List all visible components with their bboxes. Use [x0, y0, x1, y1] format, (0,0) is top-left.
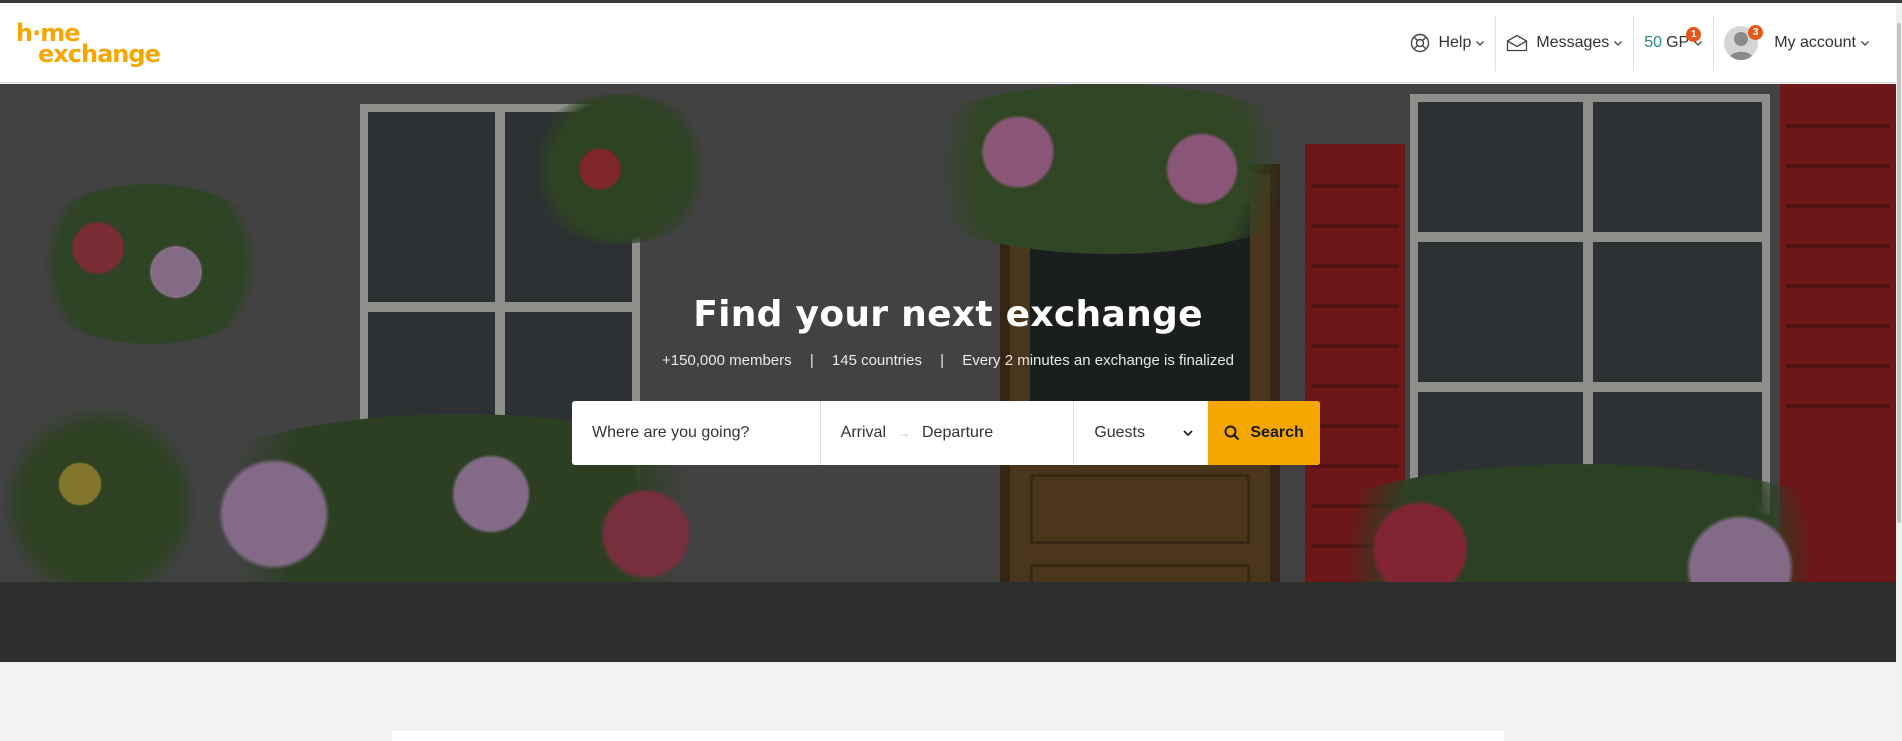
stats-separator: | — [940, 352, 945, 369]
messages-label: Messages — [1536, 34, 1610, 51]
envelope-icon — [1507, 34, 1528, 52]
content-card-edge — [392, 731, 1504, 741]
chevron-down-icon — [1183, 430, 1193, 437]
date-range-field[interactable]: Arrival → Departure — [821, 401, 1075, 465]
header-nav: Help Messages 50 GP 1 3 My account — [1400, 3, 1880, 83]
site-header: h·me exchange Help Messages 50 GP 1 3 My… — [0, 3, 1896, 83]
destination-field[interactable] — [572, 401, 821, 465]
account-label: My account — [1774, 34, 1856, 51]
hero-banner: Find your next exchange +150,000 members… — [0, 84, 1896, 662]
departure-date[interactable]: Departure — [922, 424, 993, 442]
help-menu[interactable]: Help — [1400, 3, 1495, 83]
page-scrollbar[interactable] — [1896, 3, 1902, 734]
lifebuoy-icon — [1411, 33, 1430, 53]
account-badge: 3 — [1748, 25, 1764, 40]
guests-select[interactable]: Guests — [1074, 401, 1208, 465]
guestpoints-value: 50 — [1644, 34, 1663, 51]
hero-stats: +150,000 members | 145 countries | Every… — [0, 352, 1896, 369]
messages-menu[interactable]: Messages — [1496, 3, 1633, 83]
search-bar: Arrival → Departure Guests Search — [572, 401, 1320, 465]
homeexchange-logo[interactable]: h·me exchange — [16, 20, 166, 72]
search-icon — [1224, 425, 1240, 441]
account-menu[interactable]: 3 My account — [1714, 3, 1880, 83]
chevron-down-icon — [1614, 41, 1623, 46]
guests-label: Guests — [1094, 424, 1145, 441]
help-label: Help — [1438, 34, 1472, 51]
scrollbar-thumb[interactable] — [1897, 23, 1901, 523]
search-button[interactable]: Search — [1208, 401, 1320, 465]
chevron-down-icon — [1476, 41, 1485, 46]
page-content-area — [0, 662, 1896, 741]
hero-dark-overlay — [0, 84, 1896, 662]
exchange-frequency: Every 2 minutes an exchange is finalized — [962, 352, 1235, 369]
destination-input[interactable] — [592, 424, 802, 442]
guestpoints-menu[interactable]: 50 GP 1 — [1634, 3, 1713, 83]
chevron-down-icon — [1861, 41, 1869, 46]
search-button-label: Search — [1250, 424, 1304, 441]
arrival-date[interactable]: Arrival — [841, 424, 886, 442]
members-count: +150,000 members — [661, 352, 792, 369]
hero-title: Find your next exchange — [693, 294, 1203, 335]
countries-count: 145 countries — [831, 352, 922, 369]
logo-line-2: exchange — [38, 40, 161, 68]
stats-separator: | — [809, 352, 814, 369]
arrow-right-icon: → — [898, 426, 910, 440]
